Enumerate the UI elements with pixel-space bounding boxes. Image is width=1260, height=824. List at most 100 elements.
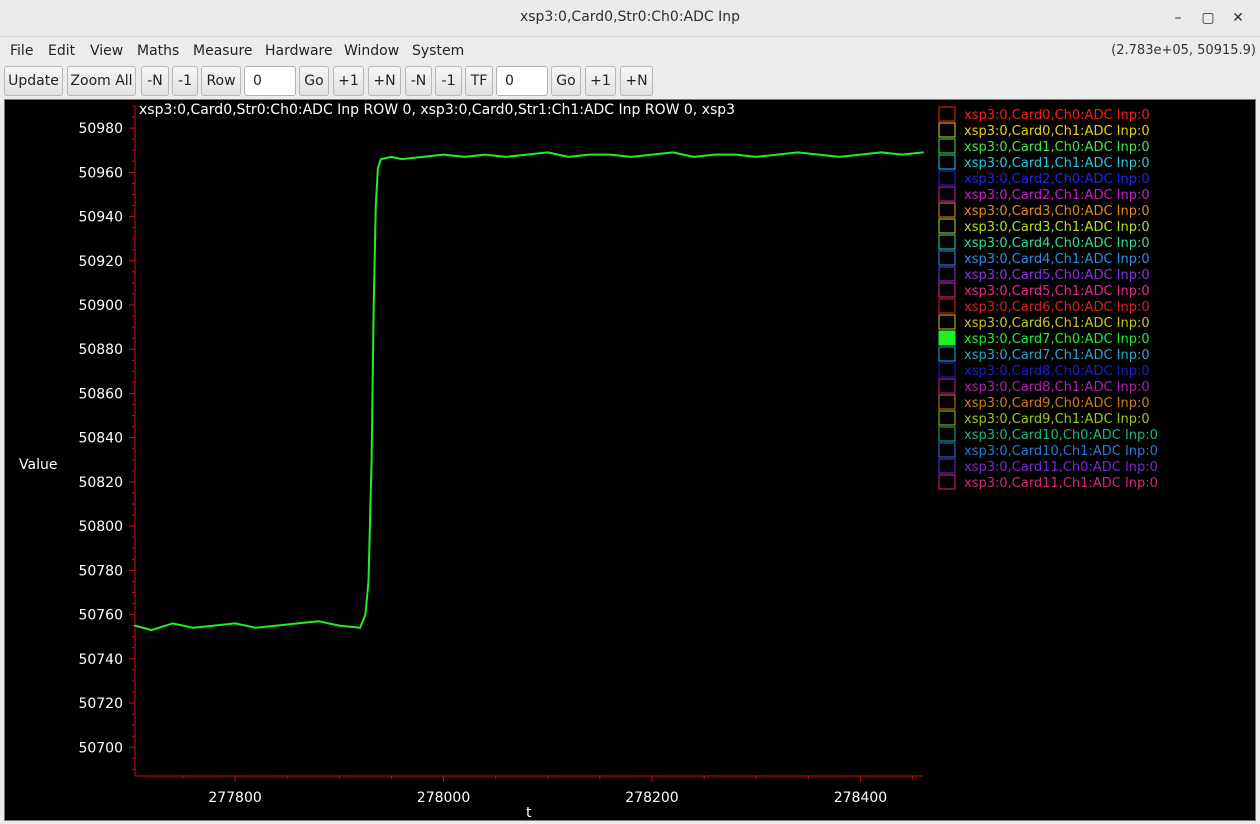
legend-item[interactable]: xsp3:0,Card1,Ch0:ADC Inp:0 (938, 138, 1150, 155)
update-button[interactable]: Update (4, 66, 63, 96)
legend-item[interactable]: xsp3:0,Card1,Ch1:ADC Inp:0 (938, 154, 1150, 171)
legend-item[interactable]: xsp3:0,Card2,Ch0:ADC Inp:0 (938, 170, 1150, 187)
legend-item[interactable]: xsp3:0,Card6,Ch1:ADC Inp:0 (938, 314, 1150, 331)
legend-swatch[interactable] (938, 362, 956, 378)
tf-plus-n-button[interactable]: +N (620, 66, 653, 96)
legend-item[interactable]: xsp3:0,Card9,Ch0:ADC Inp:0 (938, 394, 1150, 411)
close-icon[interactable]: ✕ (1228, 8, 1248, 28)
row-input[interactable]: 0 (244, 66, 296, 96)
legend-item[interactable]: xsp3:0,Card0,Ch0:ADC Inp:0 (938, 106, 1150, 123)
menu-view[interactable]: View (90, 43, 123, 59)
legend-swatch[interactable] (938, 154, 956, 170)
legend-item[interactable]: xsp3:0,Card3,Ch1:ADC Inp:0 (938, 218, 1150, 235)
legend-swatch[interactable] (938, 266, 956, 282)
legend-label[interactable]: xsp3:0,Card3,Ch1:ADC Inp:0 (964, 220, 1150, 235)
legend-label[interactable]: xsp3:0,Card6,Ch1:ADC Inp:0 (964, 316, 1150, 331)
legend-label[interactable]: xsp3:0,Card10,Ch0:ADC Inp:0 (964, 428, 1158, 443)
plot-area[interactable]: xsp3:0,Card0,Str0:Ch0:ADC Inp ROW 0, xsp… (4, 99, 1256, 821)
legend-item[interactable]: xsp3:0,Card5,Ch1:ADC Inp:0 (938, 282, 1150, 299)
row-plus-n-button[interactable]: +N (368, 66, 401, 96)
legend-label[interactable]: xsp3:0,Card0,Ch1:ADC Inp:0 (964, 124, 1150, 139)
legend-item[interactable]: xsp3:0,Card5,Ch0:ADC Inp:0 (938, 266, 1150, 283)
legend-swatch[interactable] (938, 394, 956, 410)
legend-item[interactable]: xsp3:0,Card11,Ch1:ADC Inp:0 (938, 474, 1158, 491)
legend-swatch[interactable] (938, 314, 956, 330)
legend-swatch[interactable] (938, 186, 956, 202)
legend-label[interactable]: xsp3:0,Card9,Ch0:ADC Inp:0 (964, 396, 1150, 411)
legend-swatch[interactable] (938, 282, 956, 298)
legend-swatch[interactable] (938, 122, 956, 138)
legend-label[interactable]: xsp3:0,Card11,Ch1:ADC Inp:0 (964, 476, 1158, 491)
legend-item[interactable]: xsp3:0,Card3,Ch0:ADC Inp:0 (938, 202, 1150, 219)
menu-maths[interactable]: Maths (137, 43, 179, 59)
row-minus-n-button[interactable]: -N (141, 66, 169, 96)
legend-swatch[interactable] (938, 474, 956, 490)
tf-button[interactable]: TF (465, 66, 493, 96)
legend-label[interactable]: xsp3:0,Card1,Ch1:ADC Inp:0 (964, 156, 1150, 171)
tf-plus-1-button[interactable]: +1 (585, 66, 616, 96)
legend-label[interactable]: xsp3:0,Card11,Ch0:ADC Inp:0 (964, 460, 1158, 475)
tf-input[interactable]: 0 (496, 66, 548, 96)
legend-label[interactable]: xsp3:0,Card8,Ch0:ADC Inp:0 (964, 364, 1150, 379)
legend-item[interactable]: xsp3:0,Card0,Ch1:ADC Inp:0 (938, 122, 1150, 139)
legend-label[interactable]: xsp3:0,Card8,Ch1:ADC Inp:0 (964, 380, 1150, 395)
row-go-button[interactable]: Go (299, 66, 329, 96)
menu-system[interactable]: System (412, 43, 464, 59)
menu-file[interactable]: File (10, 43, 33, 59)
menu-hardware[interactable]: Hardware (265, 43, 333, 59)
legend-swatch[interactable] (938, 378, 956, 394)
legend-swatch[interactable] (938, 410, 956, 426)
legend-label[interactable]: xsp3:0,Card7,Ch0:ADC Inp:0 (964, 332, 1150, 347)
menu-measure[interactable]: Measure (193, 43, 253, 59)
legend-label[interactable]: xsp3:0,Card5,Ch0:ADC Inp:0 (964, 268, 1150, 283)
tf-minus-n-button[interactable]: -N (405, 66, 432, 96)
legend-swatch[interactable] (938, 346, 956, 362)
legend-swatch[interactable] (938, 234, 956, 250)
legend-label[interactable]: xsp3:0,Card2,Ch0:ADC Inp:0 (964, 172, 1150, 187)
legend-item[interactable]: xsp3:0,Card7,Ch1:ADC Inp:0 (938, 346, 1150, 363)
legend-item[interactable]: xsp3:0,Card4,Ch0:ADC Inp:0 (938, 234, 1150, 251)
legend-swatch[interactable] (938, 218, 956, 234)
legend-label[interactable]: xsp3:0,Card5,Ch1:ADC Inp:0 (964, 284, 1150, 299)
legend-swatch[interactable] (938, 298, 956, 314)
legend-swatch[interactable] (938, 250, 956, 266)
legend-swatch[interactable] (938, 138, 956, 154)
legend-item[interactable]: xsp3:0,Card8,Ch1:ADC Inp:0 (938, 378, 1150, 395)
legend-swatch[interactable] (938, 202, 956, 218)
row-plus-1-button[interactable]: +1 (333, 66, 364, 96)
legend-swatch[interactable] (938, 426, 956, 442)
legend-item[interactable]: xsp3:0,Card10,Ch0:ADC Inp:0 (938, 426, 1158, 443)
legend-item[interactable]: xsp3:0,Card2,Ch1:ADC Inp:0 (938, 186, 1150, 203)
tf-minus-1-button[interactable]: -1 (435, 66, 462, 96)
zoom-all-button[interactable]: Zoom All (67, 66, 136, 96)
legend-label[interactable]: xsp3:0,Card7,Ch1:ADC Inp:0 (964, 348, 1150, 363)
maximize-icon[interactable]: ▢ (1198, 8, 1218, 28)
legend-label[interactable]: xsp3:0,Card0,Ch0:ADC Inp:0 (964, 108, 1150, 123)
legend-label[interactable]: xsp3:0,Card1,Ch0:ADC Inp:0 (964, 140, 1150, 155)
legend-label[interactable]: xsp3:0,Card3,Ch0:ADC Inp:0 (964, 204, 1150, 219)
legend-label[interactable]: xsp3:0,Card2,Ch1:ADC Inp:0 (964, 188, 1150, 203)
row-button[interactable]: Row (201, 66, 241, 96)
menu-window[interactable]: Window (344, 43, 399, 59)
legend-swatch[interactable] (938, 106, 956, 122)
legend-label[interactable]: xsp3:0,Card6,Ch0:ADC Inp:0 (964, 300, 1150, 315)
legend-label[interactable]: xsp3:0,Card4,Ch1:ADC Inp:0 (964, 252, 1150, 267)
legend-swatch[interactable] (938, 170, 956, 186)
legend-item[interactable]: xsp3:0,Card7,Ch0:ADC Inp:0 (938, 330, 1150, 347)
legend-swatch[interactable] (938, 442, 956, 458)
legend-item[interactable]: xsp3:0,Card9,Ch1:ADC Inp:0 (938, 410, 1150, 427)
legend-item[interactable]: xsp3:0,Card4,Ch1:ADC Inp:0 (938, 250, 1150, 267)
legend-swatch[interactable] (938, 458, 956, 474)
chart[interactable]: xsp3:0,Card0,Str0:Ch0:ADC Inp ROW 0, xsp… (5, 100, 1255, 820)
legend-label[interactable]: xsp3:0,Card4,Ch0:ADC Inp:0 (964, 236, 1150, 251)
row-minus-1-button[interactable]: -1 (172, 66, 198, 96)
legend-swatch[interactable] (938, 330, 956, 346)
minimize-icon[interactable]: – (1168, 8, 1188, 28)
legend-item[interactable]: xsp3:0,Card11,Ch0:ADC Inp:0 (938, 458, 1158, 475)
legend-item[interactable]: xsp3:0,Card8,Ch0:ADC Inp:0 (938, 362, 1150, 379)
legend-label[interactable]: xsp3:0,Card9,Ch1:ADC Inp:0 (964, 412, 1150, 427)
tf-go-button[interactable]: Go (551, 66, 581, 96)
legend-label[interactable]: xsp3:0,Card10,Ch1:ADC Inp:0 (964, 444, 1158, 459)
legend-item[interactable]: xsp3:0,Card10,Ch1:ADC Inp:0 (938, 442, 1158, 459)
menu-edit[interactable]: Edit (48, 43, 75, 59)
